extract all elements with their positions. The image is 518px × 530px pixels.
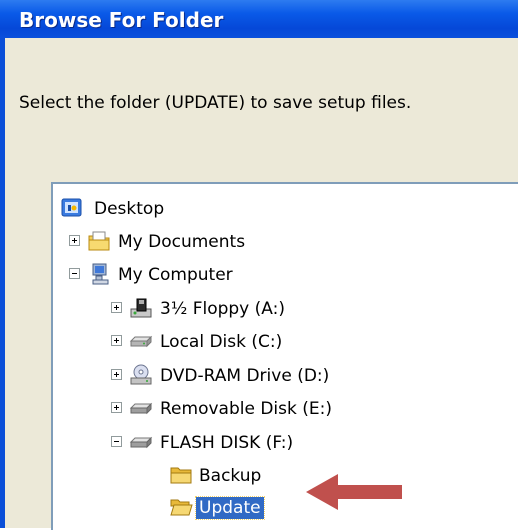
dialog-prompt: Select the folder (UPDATE) to save setup… bbox=[19, 93, 412, 113]
tree-label: My Documents bbox=[118, 232, 246, 252]
window-title: Browse For Folder bbox=[19, 8, 224, 32]
floppy-drive-icon bbox=[129, 296, 153, 320]
expand-icon[interactable] bbox=[69, 235, 80, 246]
removable-disk-icon bbox=[129, 396, 153, 420]
tree-label: My Computer bbox=[118, 265, 233, 285]
tree-label: Backup bbox=[199, 466, 262, 486]
tree-label: DVD-RAM Drive (D:) bbox=[160, 366, 330, 386]
collapse-icon[interactable] bbox=[111, 436, 122, 447]
computer-icon bbox=[89, 262, 113, 286]
expand-icon[interactable] bbox=[111, 402, 122, 413]
hard-disk-icon bbox=[129, 329, 153, 353]
dialog-window: Browse For Folder Select the folder (UPD… bbox=[0, 0, 518, 530]
tree-label: Removable Disk (E:) bbox=[160, 399, 332, 419]
expand-icon[interactable] bbox=[111, 302, 122, 313]
folder-icon bbox=[169, 463, 193, 487]
folder-tree[interactable]: Desktop My Documents My Computer 3½ Flop… bbox=[51, 182, 518, 530]
tree-label: Local Disk (C:) bbox=[160, 332, 283, 352]
flash-disk-icon bbox=[129, 430, 153, 454]
desktop-icon bbox=[61, 196, 85, 220]
title-bar[interactable]: Browse For Folder bbox=[0, 0, 518, 38]
dvd-drive-icon bbox=[129, 363, 153, 387]
open-folder-icon bbox=[169, 495, 193, 519]
collapse-icon[interactable] bbox=[69, 268, 80, 279]
annotation-arrow-icon bbox=[306, 474, 402, 510]
tree-label: Desktop bbox=[94, 199, 165, 219]
expand-icon[interactable] bbox=[111, 335, 122, 346]
documents-folder-icon bbox=[87, 229, 111, 253]
tree-label-selected: Update bbox=[195, 496, 265, 520]
tree-label: FLASH DISK (F:) bbox=[160, 433, 294, 453]
tree-label: 3½ Floppy (A:) bbox=[160, 299, 285, 319]
expand-icon[interactable] bbox=[111, 369, 122, 380]
